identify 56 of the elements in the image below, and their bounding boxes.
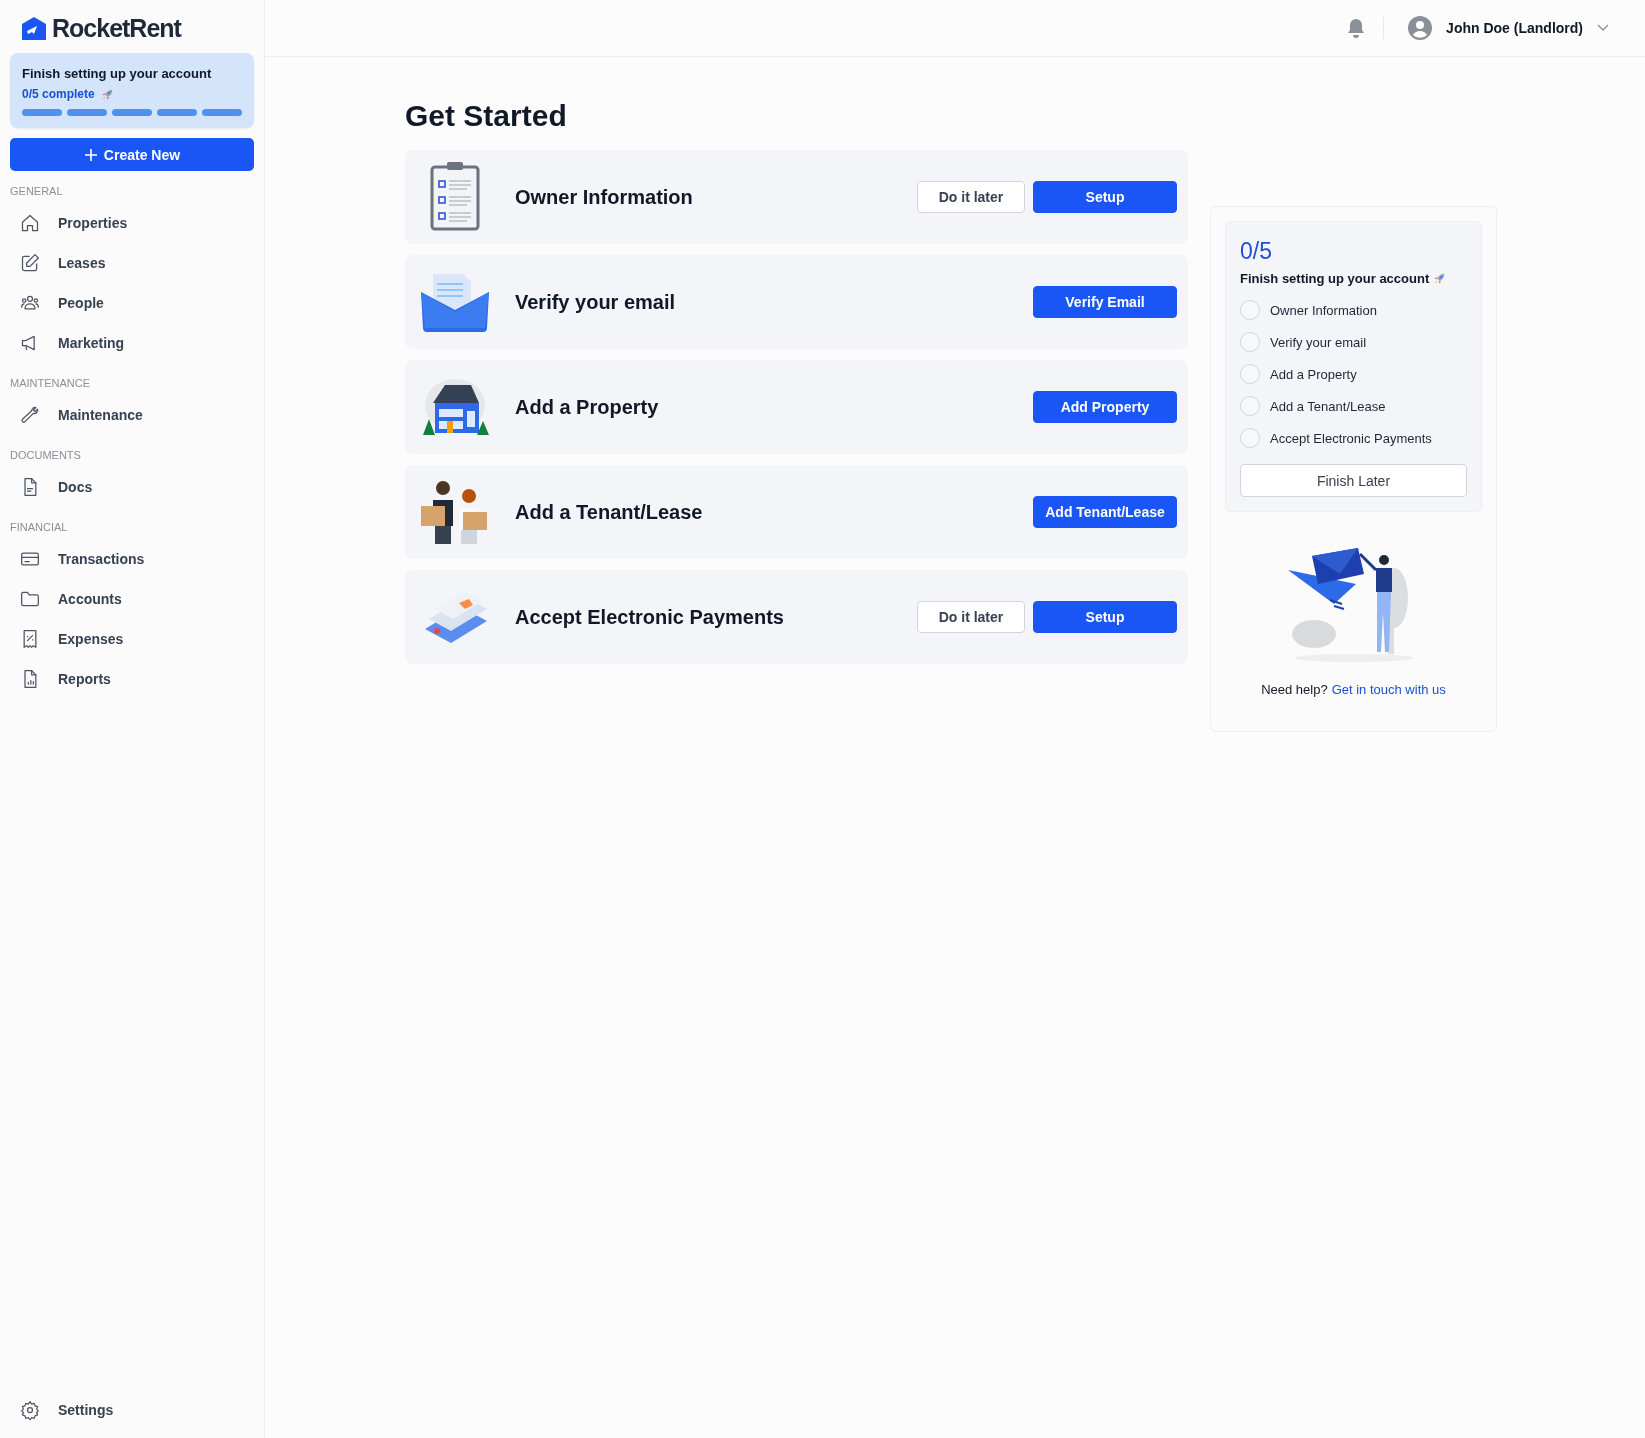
- rocket-icon: [100, 87, 114, 101]
- rocket-icon: [1433, 272, 1447, 285]
- nav-item[interactable]: Reports: [10, 659, 254, 699]
- nav-item[interactable]: People: [10, 283, 254, 323]
- later-button[interactable]: Do it later: [917, 181, 1025, 213]
- primary-button[interactable]: Verify Email: [1033, 286, 1177, 318]
- progress-text: 0/5 complete: [22, 87, 95, 101]
- plus-icon: [83, 147, 98, 162]
- section-heading: DOCUMENTS: [10, 449, 82, 461]
- help-text: Need help?: [1261, 682, 1328, 697]
- primary-button[interactable]: Add Tenant/Lease: [1033, 496, 1177, 528]
- task-title: Verify your email: [515, 290, 677, 314]
- settings-icon: [20, 1400, 40, 1420]
- logo-text: RocketRent: [52, 14, 181, 43]
- section-heading: MAINTENANCE: [10, 377, 92, 389]
- pencil-square-icon: [20, 253, 40, 273]
- wrench-icon: [20, 405, 40, 425]
- nav-item[interactable]: Marketing: [10, 323, 254, 363]
- checklist-label: Add a Tenant/Lease: [1270, 398, 1386, 414]
- nav-item[interactable]: Docs: [10, 467, 254, 507]
- contact-link[interactable]: Get in touch with us: [1331, 682, 1446, 697]
- notification-bell-icon[interactable]: [1347, 18, 1366, 38]
- section-heading: GENERAL: [10, 185, 64, 197]
- setup-title: Finish setting up your account: [22, 66, 213, 81]
- task-title: Add a Property: [515, 395, 660, 419]
- checklist-title: Finish setting up your account: [1240, 271, 1430, 286]
- settings-nav-item[interactable]: Settings: [10, 1390, 254, 1430]
- primary-button[interactable]: Setup: [1033, 181, 1177, 213]
- task-title: Add a Tenant/Lease: [515, 500, 704, 524]
- chevron-down-icon: [1597, 24, 1609, 32]
- primary-button[interactable]: Setup: [1033, 601, 1177, 633]
- nav-item[interactable]: Maintenance: [10, 395, 254, 435]
- logo-icon: [20, 15, 48, 42]
- section-heading: FINANCIAL: [10, 521, 69, 533]
- checklist-label: Add a Property: [1270, 366, 1357, 382]
- primary-button[interactable]: Add Property: [1033, 391, 1177, 423]
- task-title: Accept Electronic Payments: [515, 605, 785, 629]
- nav-item[interactable]: Properties: [10, 203, 254, 243]
- later-button[interactable]: Do it later: [917, 601, 1025, 633]
- house-icon: [20, 213, 40, 233]
- clipboard-drawing: [429, 161, 481, 233]
- user-menu-button[interactable]: John Doe (Landlord): [1402, 15, 1615, 41]
- nav-item[interactable]: Leases: [10, 243, 254, 283]
- progress-count: 0/5: [1240, 238, 1273, 265]
- nav-item[interactable]: Transactions: [10, 539, 254, 579]
- finish-later-button[interactable]: Finish Later: [1240, 464, 1467, 497]
- nav-item[interactable]: Expenses: [10, 619, 254, 659]
- folder-icon: [20, 589, 40, 609]
- page-title: Get Started: [405, 99, 568, 133]
- user-avatar-icon: [1408, 16, 1433, 40]
- task-title: Owner Information: [515, 185, 694, 209]
- checklist-label: Verify your email: [1270, 334, 1367, 350]
- create-new-button[interactable]: Create New: [10, 138, 254, 171]
- checklist-label: Accept Electronic Payments: [1270, 430, 1432, 446]
- nav-item[interactable]: Accounts: [10, 579, 254, 619]
- checklist-label: Owner Information: [1270, 302, 1377, 318]
